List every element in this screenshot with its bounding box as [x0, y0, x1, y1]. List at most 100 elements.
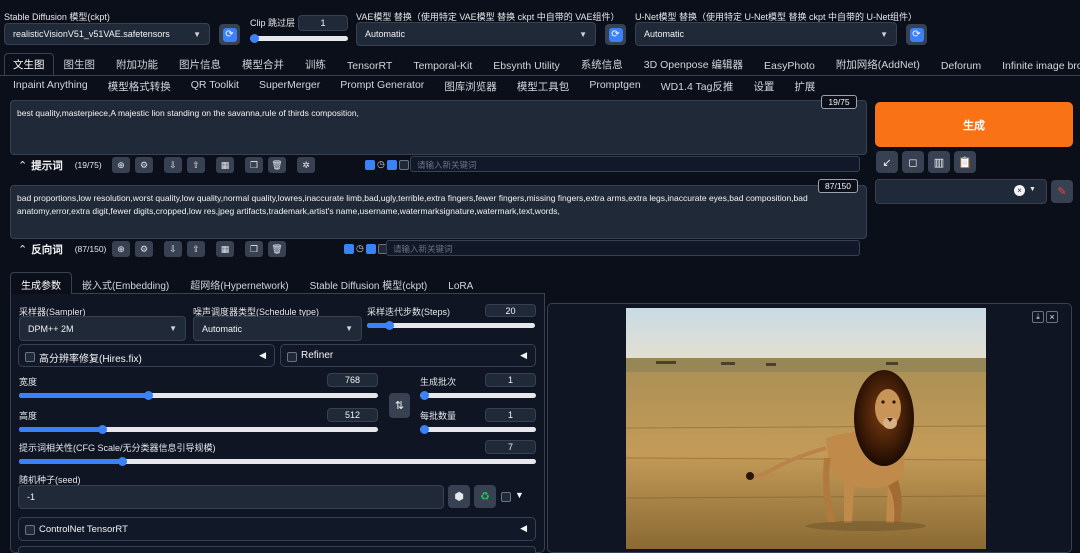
- height-slider[interactable]: [19, 425, 378, 434]
- tab-7[interactable]: Temporal-Kit: [413, 60, 472, 75]
- checkbox-checked[interactable]: [344, 243, 354, 254]
- tab-row2-0[interactable]: Inpaint Anything: [13, 79, 88, 94]
- checkbox-checked[interactable]: [365, 159, 375, 170]
- trash-icon[interactable]: 🗑: [268, 157, 286, 173]
- export-icon[interactable]: ⇧: [187, 157, 205, 173]
- unet-refresh-button[interactable]: ⟳: [906, 24, 927, 45]
- tab-row2-2[interactable]: QR Toolkit: [191, 79, 239, 94]
- tab-1[interactable]: 图生图: [64, 57, 96, 75]
- swap-dimensions-button[interactable]: ⇅: [389, 393, 410, 418]
- batch-count-input[interactable]: 1: [485, 373, 536, 387]
- tab-2[interactable]: 附加功能: [116, 57, 158, 75]
- refiner-checkbox[interactable]: [287, 352, 297, 362]
- download-icon[interactable]: ⤓: [1032, 311, 1044, 323]
- settings-icon[interactable]: ✲: [297, 157, 315, 173]
- extra-seed-checkbox[interactable]: [501, 492, 511, 502]
- tab-row2-3[interactable]: SuperMerger: [259, 79, 320, 94]
- reuse-seed-button[interactable]: ♻: [474, 485, 496, 508]
- tab-6[interactable]: TensorRT: [347, 60, 392, 75]
- copy-icon[interactable]: ❐: [245, 157, 263, 173]
- tab-row2-6[interactable]: 模型工具包: [517, 79, 570, 94]
- ckpt-refresh-button[interactable]: ⟳: [219, 24, 240, 45]
- tab-3[interactable]: 图片信息: [179, 57, 221, 75]
- schedule-select[interactable]: Automatic ▼: [193, 316, 362, 341]
- clipboard-icon[interactable]: 📋: [954, 151, 976, 173]
- triangle-down-icon[interactable]: ▼: [515, 490, 524, 500]
- batch-size-slider[interactable]: [420, 425, 536, 434]
- clip-skip-slider[interactable]: [250, 34, 348, 43]
- vae-select[interactable]: Automatic ▼: [356, 22, 596, 46]
- square-icon[interactable]: ◻: [902, 151, 924, 173]
- trash-icon[interactable]: ▥: [928, 151, 950, 173]
- controlnet-checkbox[interactable]: [25, 525, 35, 535]
- tab-row2-7[interactable]: Promptgen: [589, 79, 640, 94]
- globe-icon[interactable]: ⊕: [112, 241, 130, 257]
- generated-image[interactable]: [626, 308, 986, 549]
- styles-select[interactable]: × ▼: [875, 179, 1047, 204]
- sub-tab-0[interactable]: 生成参数: [10, 272, 72, 296]
- tab-11[interactable]: EasyPhoto: [764, 60, 815, 75]
- copy-icon[interactable]: ❐: [245, 241, 263, 257]
- refiner-accordion[interactable]: Refiner ◀: [280, 344, 536, 367]
- cfg-slider[interactable]: [19, 457, 536, 466]
- hires-fix-accordion[interactable]: 高分辨率修复(Hires.fix) ◀: [18, 344, 275, 367]
- tab-row2-1[interactable]: 模型格式转换: [108, 79, 171, 94]
- globe-icon[interactable]: ⊕: [112, 157, 130, 173]
- checkbox[interactable]: [398, 159, 409, 170]
- ckpt-select[interactable]: realisticVisionV51_v51VAE.safetensors ▼: [4, 23, 210, 45]
- tab-row2-9[interactable]: 设置: [753, 79, 774, 94]
- vae-refresh-button[interactable]: ⟳: [605, 24, 626, 45]
- gear-icon[interactable]: ⚙: [135, 241, 153, 257]
- generate-button[interactable]: 生成: [875, 102, 1073, 147]
- hires-checkbox[interactable]: [25, 352, 35, 362]
- layout-icon[interactable]: ▦: [216, 241, 234, 257]
- gear-icon[interactable]: ⚙: [135, 157, 153, 173]
- export-icon[interactable]: ⇧: [187, 241, 205, 257]
- tab-12[interactable]: 附加网络(AddNet): [836, 57, 920, 75]
- controlnet-tensorrt-accordion[interactable]: ControlNet TensorRT ◀: [18, 517, 536, 541]
- tab-row2-4[interactable]: Prompt Generator: [340, 79, 424, 94]
- layout-icon[interactable]: ▦: [216, 157, 234, 173]
- tab-8[interactable]: Ebsynth Utility: [493, 60, 560, 75]
- random-seed-button[interactable]: ⬢: [448, 485, 470, 508]
- checkbox-checked[interactable]: [386, 159, 397, 170]
- import-icon[interactable]: ⇩: [164, 157, 182, 173]
- tab-13[interactable]: Deforum: [941, 60, 981, 75]
- negative-prompt-textarea[interactable]: bad proportions,low resolution,worst qua…: [10, 185, 867, 239]
- tab-4[interactable]: 模型合并: [242, 57, 284, 75]
- negative-tag-input[interactable]: 请输入新关键词: [386, 240, 860, 256]
- edit-styles-button[interactable]: ✎: [1051, 180, 1073, 203]
- height-input[interactable]: 512: [327, 408, 378, 422]
- prompt-textarea[interactable]: best quality,masterpiece,A majestic lion…: [10, 100, 867, 155]
- clip-skip-input[interactable]: 1: [298, 15, 348, 31]
- steps-slider[interactable]: [367, 321, 535, 330]
- width-input[interactable]: 768: [327, 373, 378, 387]
- cfg-input[interactable]: 7: [485, 440, 536, 454]
- batch-count-slider[interactable]: [420, 391, 536, 400]
- checkbox-checked[interactable]: [365, 243, 376, 254]
- tab-row2-10[interactable]: 扩展: [794, 79, 815, 94]
- unet-select[interactable]: Automatic ▼: [635, 22, 897, 46]
- tab-0[interactable]: 文生图: [4, 53, 54, 75]
- prompt-tag-input[interactable]: 请输入新关键词: [410, 156, 860, 172]
- chevron-up-circle-icon: ⌃: [18, 159, 28, 172]
- negative-toggle[interactable]: ⌃ 反向词 (87/150): [18, 242, 106, 256]
- batch-size-input[interactable]: 1: [485, 408, 536, 422]
- clear-icon[interactable]: ×: [1014, 185, 1025, 196]
- import-icon[interactable]: ⇩: [164, 241, 182, 257]
- width-slider[interactable]: [19, 391, 378, 400]
- tab-row2-8[interactable]: WD1.4 Tag反推: [661, 79, 734, 94]
- prompt-toggle[interactable]: ⌃ 提示词 (19/75): [18, 158, 102, 172]
- tab-10[interactable]: 3D Openpose 编辑器: [644, 57, 743, 75]
- steps-input[interactable]: 20: [485, 304, 536, 317]
- sampler-select[interactable]: DPM++ 2M ▼: [19, 316, 186, 341]
- tab-row2-5[interactable]: 图库浏览器: [444, 79, 497, 94]
- tab-5[interactable]: 训练: [305, 57, 326, 75]
- arrow-down-left-icon[interactable]: ↙: [876, 151, 898, 173]
- close-icon[interactable]: ×: [1046, 311, 1058, 323]
- seed-input[interactable]: -1: [18, 485, 444, 509]
- trash-icon[interactable]: 🗑: [268, 241, 286, 257]
- next-accordion[interactable]: [18, 546, 536, 553]
- tab-9[interactable]: 系统信息: [581, 57, 623, 75]
- tab-14[interactable]: Infinite image browsing: [1002, 60, 1080, 75]
